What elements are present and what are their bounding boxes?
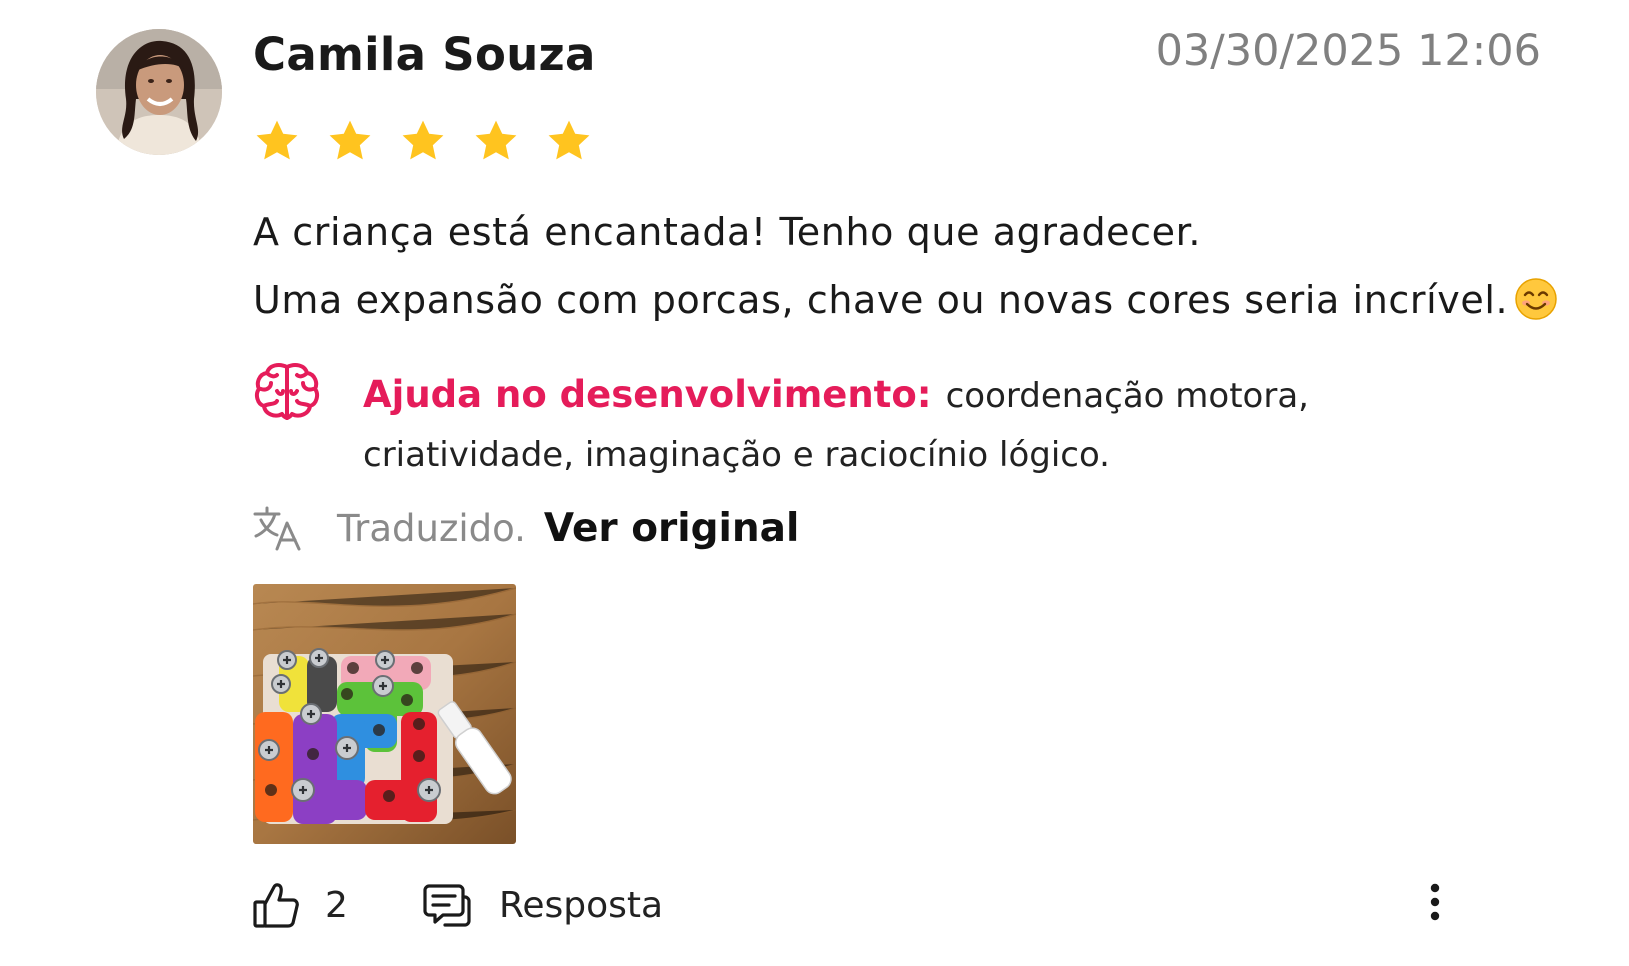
more-vertical-icon[interactable] — [1420, 881, 1450, 931]
review-text-line: Uma expansão com porcas, chave ou novas … — [253, 266, 1583, 334]
translation-row: Traduzido. Ver original — [253, 505, 799, 551]
reply-label: Resposta — [499, 884, 664, 926]
translate-icon — [253, 506, 301, 551]
avatar[interactable] — [96, 29, 222, 155]
brain-icon — [254, 363, 320, 420]
translated-label: Traduzido. — [337, 506, 526, 550]
smiling-face-icon — [1515, 278, 1557, 320]
reply-button[interactable]: Resposta — [423, 881, 663, 929]
development-info: Ajuda no desenvolvimento: coordenação mot… — [363, 365, 1383, 485]
star-icon — [256, 120, 298, 160]
review-actions: 2 Resposta — [253, 877, 1443, 937]
star-icon — [475, 120, 517, 160]
reply-icon — [423, 884, 471, 927]
star-rating — [253, 117, 593, 165]
review-text-line: A criança está encantada! Tenho que agra… — [253, 210, 1202, 254]
star-icon — [329, 120, 371, 160]
review-card: Camila Souza 03/30/2025 12:06 A criança … — [0, 0, 1629, 966]
development-label: Ajuda no desenvolvimento: — [363, 373, 932, 416]
review-text: A criança está encantada! Tenho que agra… — [253, 198, 1583, 334]
like-count: 2 — [325, 884, 348, 926]
review-photo[interactable] — [253, 584, 516, 844]
reviewer-name: Camila Souza — [253, 28, 596, 81]
star-icon — [548, 120, 590, 160]
review-date: 03/30/2025 12:06 — [1155, 26, 1541, 76]
review-text-line-content: Uma expansão com porcas, chave ou novas … — [253, 278, 1509, 322]
like-button[interactable]: 2 — [253, 881, 348, 929]
star-icon — [402, 120, 444, 160]
thumbs-up-icon — [253, 883, 299, 928]
view-original-link[interactable]: Ver original — [544, 506, 799, 551]
